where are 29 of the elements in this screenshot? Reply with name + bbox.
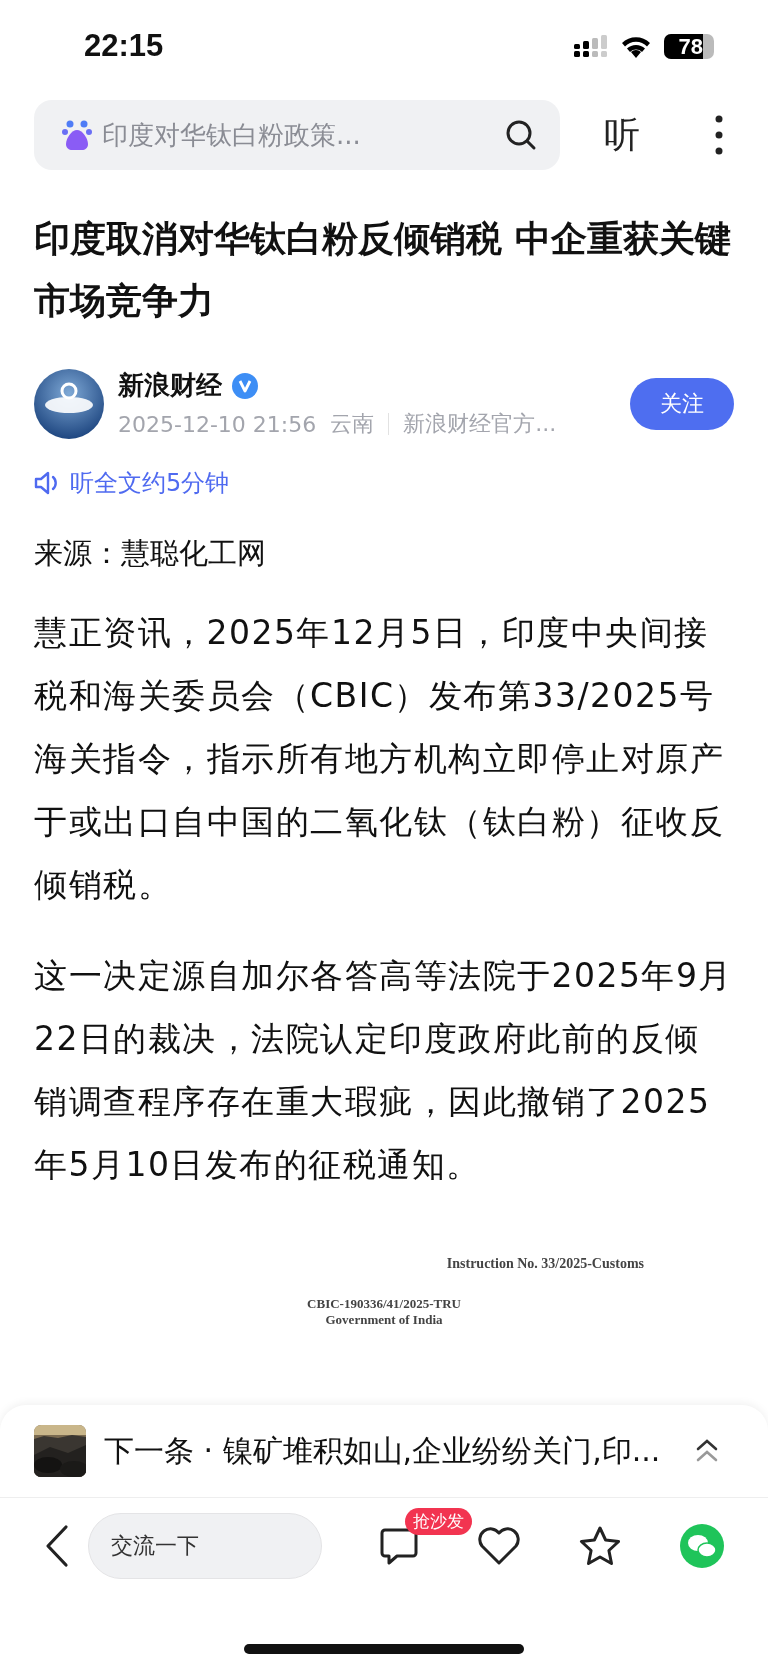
publish-time: 2025-12-10 21:56 xyxy=(118,411,317,437)
article-paragraph: 慧正资讯，2025年12月5日，印度中央间接税和海关委员会（CBIC）发布第33/2025号海关指令，指示所有地方机构立即停止对原产于或出口自中国的二氧化钛（钛白粉）征收反倾销税。 xyxy=(34,612,725,906)
author-name[interactable]: 新浪财经 xyxy=(118,368,222,403)
avatar-icon xyxy=(34,368,104,439)
more-icon[interactable] xyxy=(714,115,724,155)
comment-badge: 抢沙发 xyxy=(405,1508,473,1535)
listen-button[interactable]: 听 xyxy=(604,110,640,160)
article-title: 印度取消对华钛白粉反倾销税 中企重获关键市场竞争力 xyxy=(34,217,732,323)
article-paragraph: 这一决定源自加尔各答高等法院于2025年9月22日的裁决，法院认定印度政府此前的反倾销调查程序存在重大瑕疵，因此撤销了2025年5月10日发布的征税通知。 xyxy=(34,955,734,1186)
next-article-bar[interactable]: 下一条 · 镍矿堆积如山,企业纷纷关门,印... xyxy=(0,1405,768,1498)
paw-icon xyxy=(62,119,92,151)
double-chevron-up-icon[interactable] xyxy=(696,1438,718,1464)
source-text: 来源：慧聪化工网 xyxy=(34,535,267,572)
star-icon[interactable] xyxy=(578,1525,623,1567)
listen-link[interactable]: 听全文约5分钟 xyxy=(34,467,734,499)
author-description: 新浪财经官方... xyxy=(403,410,557,438)
document-instruction: Instruction No. 33/2025-Customs xyxy=(445,1256,645,1272)
document-file-number: CBIC-190336/41/2025-TRU xyxy=(306,1296,462,1312)
follow-button[interactable]: 关注 xyxy=(630,377,734,430)
battery-icon: 78 xyxy=(664,33,714,59)
wifi-icon xyxy=(620,34,652,58)
status-time: 22:15 xyxy=(84,28,164,64)
heart-icon[interactable] xyxy=(476,1526,521,1566)
document-heading: Government of India xyxy=(324,1312,444,1328)
signal-icon xyxy=(574,35,608,57)
comment-field[interactable]: 交流一下 xyxy=(87,1513,322,1579)
search-icon[interactable] xyxy=(504,118,538,152)
back-icon[interactable] xyxy=(44,1524,70,1568)
location: 云南 xyxy=(330,410,375,438)
